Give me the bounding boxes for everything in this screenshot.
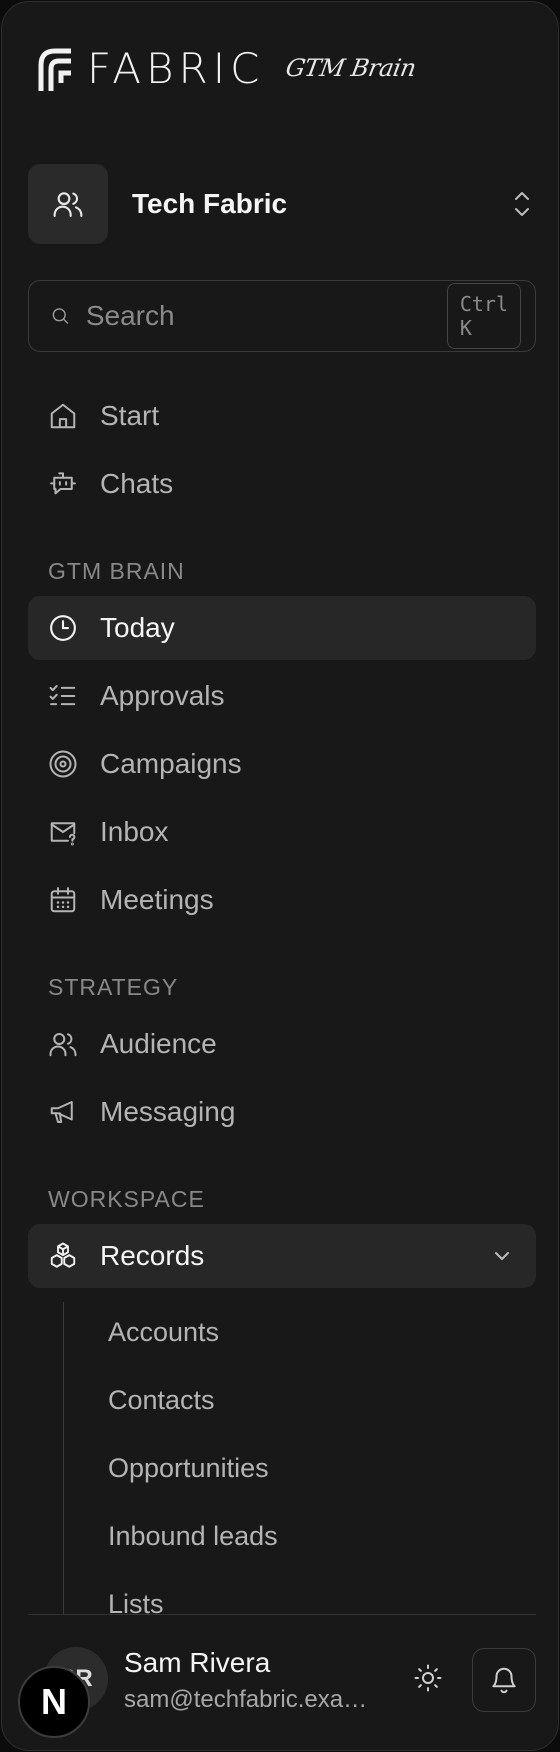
sub-item-accounts[interactable]: Accounts xyxy=(108,1317,219,1348)
sidebar: FABRIC GTM Brain Tech Fabric Ctrl K xyxy=(1,1,559,1751)
checklist-icon xyxy=(48,681,78,711)
search-input[interactable] xyxy=(85,300,447,332)
nav-item-campaigns[interactable]: Campaigns xyxy=(28,732,536,796)
user-name: Sam Rivera xyxy=(124,1647,271,1678)
user-email: sam@techfabric.example.com xyxy=(124,1686,374,1713)
nav-item-today[interactable]: Today xyxy=(28,596,536,660)
boxes-icon xyxy=(48,1241,78,1271)
nav-item-messaging[interactable]: Messaging xyxy=(28,1080,536,1144)
fabric-logo-icon xyxy=(38,48,71,91)
footer-divider xyxy=(28,1614,536,1615)
brand-logo[interactable]: FABRIC GTM Brain xyxy=(35,42,419,94)
nav-item-chats[interactable]: Chats xyxy=(28,452,536,516)
workspace-avatar xyxy=(28,164,108,244)
users-icon xyxy=(53,192,83,218)
sun-icon xyxy=(414,1664,442,1692)
bell-icon xyxy=(492,1667,516,1694)
nav-item-audience[interactable]: Audience xyxy=(28,1012,536,1076)
search-icon xyxy=(52,308,69,324)
nav-label: Campaigns xyxy=(100,748,242,779)
nav-label: Records xyxy=(100,1240,205,1271)
nav-item-inbox[interactable]: Inbox xyxy=(28,800,536,864)
home-icon xyxy=(48,401,78,431)
nav-label: Meetings xyxy=(100,884,214,915)
workspace-switcher[interactable]: Tech Fabric xyxy=(28,164,536,244)
section-label-strategy: STRATEGY xyxy=(48,974,179,1000)
sub-item-inbound-leads[interactable]: Inbound leads xyxy=(108,1521,278,1552)
nav-label: Audience xyxy=(100,1028,217,1059)
nav-label: Inbox xyxy=(100,816,169,847)
nav-item-start[interactable]: Start xyxy=(28,384,536,448)
notifications-button[interactable] xyxy=(472,1648,536,1712)
search-bar[interactable]: Ctrl K xyxy=(28,280,536,352)
target-icon xyxy=(48,749,78,779)
nav-item-approvals[interactable]: Approvals xyxy=(28,664,536,728)
nav-label: Start xyxy=(100,400,160,431)
users-icon xyxy=(48,1029,78,1059)
bot-chat-icon xyxy=(48,469,78,499)
nav-item-meetings[interactable]: Meetings xyxy=(28,868,536,932)
chevron-down-icon[interactable] xyxy=(490,1244,514,1268)
theme-toggle-button[interactable] xyxy=(408,1658,448,1698)
submenu-guide-line xyxy=(63,1302,64,1614)
floating-n-badge[interactable]: N xyxy=(18,1666,90,1738)
nav-item-records[interactable]: Records xyxy=(28,1224,536,1288)
calendar-icon xyxy=(48,885,78,915)
sub-item-opportunities[interactable]: Opportunities xyxy=(108,1453,269,1484)
nav-label: Today xyxy=(100,612,175,643)
megaphone-icon xyxy=(48,1097,78,1127)
mail-question-icon xyxy=(48,817,78,847)
clock-icon xyxy=(48,613,78,643)
workspace-name: Tech Fabric xyxy=(132,188,288,219)
nav-label: Messaging xyxy=(100,1096,236,1127)
section-label-workspace: WORKSPACE xyxy=(48,1186,205,1212)
brand-wordmark: FABRIC xyxy=(87,43,265,93)
search-shortcut-hint: Ctrl K xyxy=(446,283,521,349)
section-label-gtm-brain: GTM BRAIN xyxy=(48,558,185,584)
sub-item-contacts[interactable]: Contacts xyxy=(108,1385,215,1416)
chevrons-up-down-icon xyxy=(515,192,529,216)
sub-item-lists[interactable]: Lists xyxy=(108,1589,164,1614)
brand-subtitle: GTM Brain xyxy=(283,54,419,82)
nav-label: Approvals xyxy=(100,680,225,711)
nav-label: Chats xyxy=(100,468,174,499)
